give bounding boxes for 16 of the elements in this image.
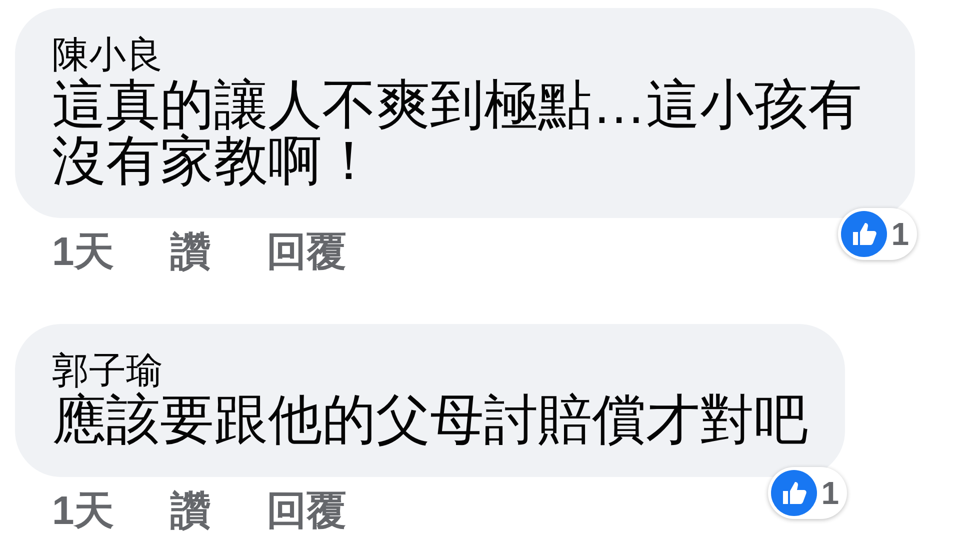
- comment-time: 1天: [52, 228, 114, 276]
- reaction-badge[interactable]: 1: [768, 467, 847, 520]
- reaction-count: 1: [891, 218, 909, 250]
- action-link[interactable]: 回覆: [266, 228, 346, 276]
- reaction-count: 1: [821, 477, 839, 510]
- comment-text: 這真的讓人不爽到極點…這小孩有沒有家教啊！: [52, 76, 863, 190]
- thumbs-up-icon: [841, 210, 888, 257]
- comment-author[interactable]: 陳小良: [52, 34, 878, 77]
- action-link[interactable]: 讚: [170, 228, 210, 276]
- action-link[interactable]: 回覆: [266, 487, 346, 536]
- action-link[interactable]: 讚: [170, 487, 210, 536]
- reaction-badge[interactable]: 1: [838, 208, 917, 260]
- comment-author[interactable]: 郭子瑜: [52, 350, 808, 392]
- comment-time: 1天: [52, 488, 114, 536]
- thumbs-up-icon: [771, 470, 818, 516]
- comment-text: 應該要跟他的父母討賠償才對吧: [52, 392, 808, 450]
